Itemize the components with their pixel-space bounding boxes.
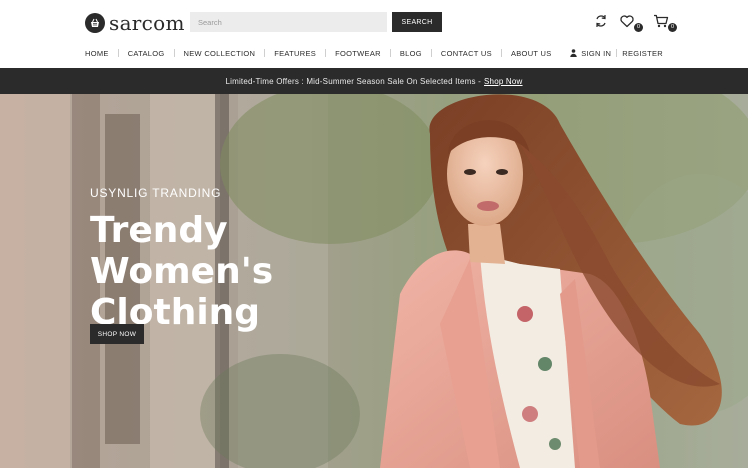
promo-text: Limited-Time Offers : Mid-Summer Season … (225, 76, 482, 86)
heart-icon (620, 15, 634, 28)
nav-item-catalog[interactable]: CATALOG (128, 49, 165, 58)
nav-divider (389, 49, 391, 57)
cart-icon (654, 14, 669, 28)
hero-kicker: USYNLIG TRANDING (90, 186, 222, 200)
nav-item-home[interactable]: HOME (85, 49, 109, 58)
sign-in-link[interactable]: SIGN IN (581, 49, 611, 58)
nav-divider (500, 49, 502, 57)
promo-bar: Limited-Time Offers : Mid-Summer Season … (0, 68, 748, 94)
compare-icon[interactable] (593, 13, 609, 29)
nav-item-features[interactable]: FEATURES (274, 49, 316, 58)
shop-now-link[interactable]: Shop Now (484, 77, 523, 86)
nav-divider (173, 49, 175, 57)
search-bar: SEARCH (190, 12, 442, 32)
nav-item-contact-us[interactable]: CONTACT US (441, 49, 492, 58)
cart-button[interactable]: 0 (653, 13, 677, 32)
basket-icon (85, 13, 105, 33)
nav-divider (117, 49, 119, 57)
account-divider (616, 49, 618, 57)
wishlist-count-badge: 0 (634, 23, 643, 32)
search-input[interactable] (190, 12, 387, 32)
header-icons: 0 0 (593, 12, 677, 32)
nav-divider (264, 49, 266, 57)
cart-count-badge: 0 (668, 23, 677, 32)
nav-divider (325, 49, 327, 57)
nav-item-new-collection[interactable]: NEW COLLECTION (184, 49, 256, 58)
main-nav: HOME CATALOG NEW COLLECTION FEATURES FOO… (85, 46, 552, 60)
brand-name: sarcom (109, 11, 185, 35)
nav-item-about-us[interactable]: ABOUT US (511, 49, 552, 58)
hero-headline: Trendy Women's Clothing (90, 210, 274, 333)
hero-banner: USYNLIG TRANDING Trendy Women's Clothing… (0, 94, 748, 468)
user-icon (570, 49, 577, 57)
shop-now-button[interactable]: SHOP NOW (90, 324, 144, 344)
nav-item-blog[interactable]: BLOG (400, 49, 422, 58)
register-link[interactable]: REGISTER (622, 49, 663, 58)
account-links: SIGN IN REGISTER (570, 46, 663, 60)
nav-item-footwear[interactable]: FOOTWEAR (335, 49, 381, 58)
search-button[interactable]: SEARCH (392, 12, 442, 32)
nav-divider (430, 49, 432, 57)
hero-content: USYNLIG TRANDING Trendy Women's Clothing… (90, 186, 390, 344)
wishlist-button[interactable]: 0 (619, 13, 643, 32)
site-header: sarcom SEARCH 0 0 (0, 0, 748, 68)
logo[interactable]: sarcom (85, 11, 185, 35)
